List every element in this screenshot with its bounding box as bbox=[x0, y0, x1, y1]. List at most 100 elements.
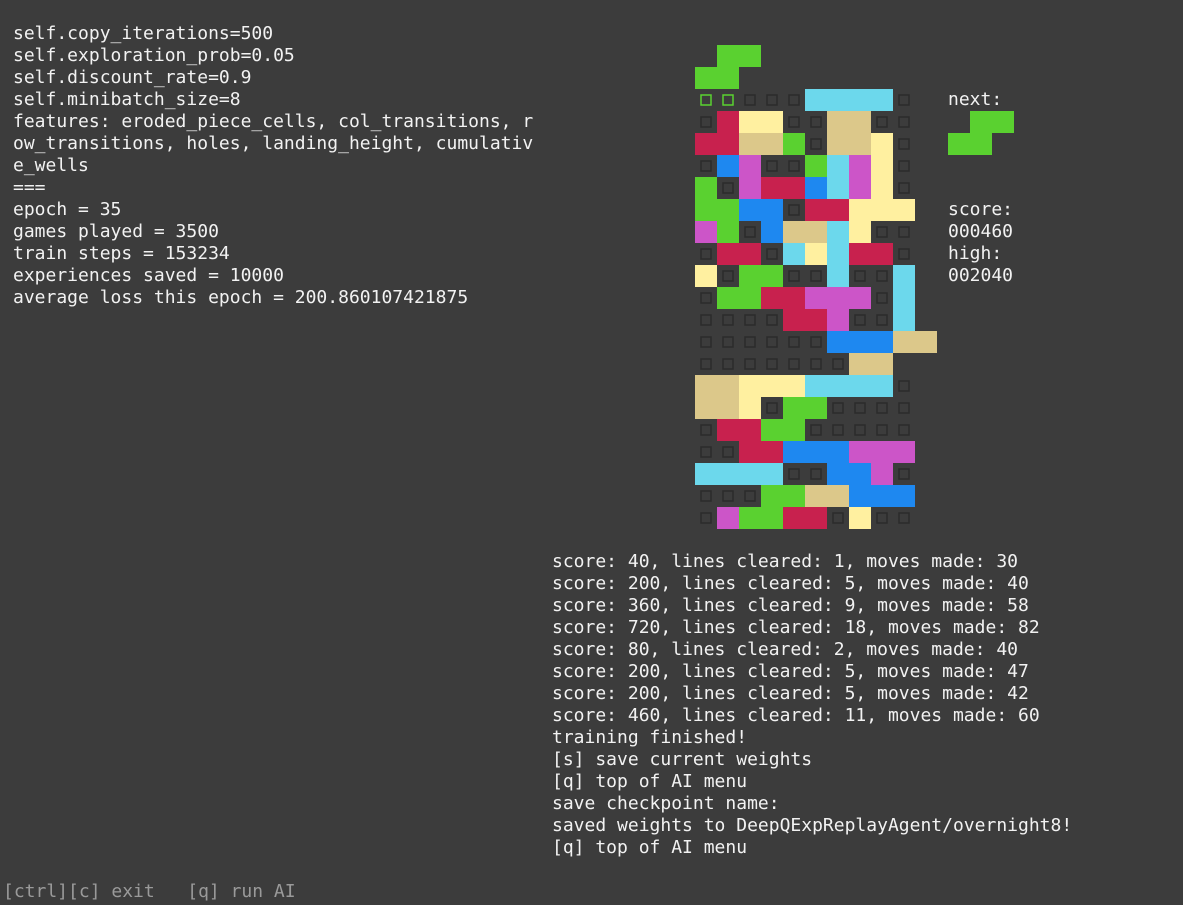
empty-cell bbox=[788, 468, 800, 480]
block-cell bbox=[717, 463, 739, 485]
empty-cell bbox=[700, 248, 712, 260]
block-cell bbox=[783, 133, 805, 155]
empty-cell bbox=[898, 512, 910, 524]
empty-cell bbox=[788, 116, 800, 128]
next-label: next: bbox=[948, 89, 1003, 110]
block-cell bbox=[739, 243, 761, 265]
block-cell bbox=[827, 133, 849, 155]
block-cell bbox=[761, 133, 783, 155]
block-cell bbox=[871, 353, 893, 375]
block-cell bbox=[805, 309, 827, 331]
block-cell bbox=[783, 221, 805, 243]
log-line: [q] top of AI menu bbox=[552, 837, 748, 858]
block-cell bbox=[805, 177, 827, 199]
empty-cell bbox=[810, 336, 822, 348]
block-cell bbox=[739, 397, 761, 419]
block-cell bbox=[761, 419, 783, 441]
empty-cell bbox=[876, 314, 888, 326]
block-cell bbox=[893, 485, 915, 507]
block-cell bbox=[827, 243, 849, 265]
block-cell bbox=[871, 485, 893, 507]
block-cell bbox=[783, 441, 805, 463]
next-piece-cell bbox=[970, 133, 992, 155]
block-cell bbox=[717, 419, 739, 441]
empty-cell bbox=[766, 94, 778, 106]
block-cell bbox=[871, 133, 893, 155]
empty-cell bbox=[722, 182, 734, 194]
block-cell bbox=[717, 287, 739, 309]
block-cell bbox=[849, 287, 871, 309]
block-cell bbox=[805, 441, 827, 463]
empty-cell bbox=[898, 182, 910, 194]
empty-cell bbox=[810, 468, 822, 480]
empty-cell bbox=[722, 358, 734, 370]
empty-cell bbox=[722, 336, 734, 348]
block-cell bbox=[827, 155, 849, 177]
ghost-cell bbox=[700, 94, 712, 106]
block-cell bbox=[761, 287, 783, 309]
block-cell bbox=[739, 199, 761, 221]
block-cell bbox=[849, 177, 871, 199]
block-cell bbox=[761, 485, 783, 507]
active-piece-cell bbox=[739, 45, 761, 67]
block-cell bbox=[827, 375, 849, 397]
empty-cell bbox=[854, 402, 866, 414]
block-cell bbox=[717, 111, 739, 133]
block-cell bbox=[761, 463, 783, 485]
log-line: score: 460, lines cleared: 11, moves mad… bbox=[552, 705, 1040, 726]
empty-cell bbox=[744, 336, 756, 348]
empty-cell bbox=[810, 424, 822, 436]
block-cell bbox=[849, 441, 871, 463]
log-line: [s] save current weights bbox=[552, 749, 813, 770]
block-cell bbox=[893, 199, 915, 221]
active-piece-cell bbox=[717, 45, 739, 67]
empty-cell bbox=[898, 94, 910, 106]
empty-cell bbox=[810, 116, 822, 128]
block-cell bbox=[739, 507, 761, 529]
empty-cell bbox=[700, 314, 712, 326]
block-cell bbox=[893, 309, 915, 331]
block-cell bbox=[849, 221, 871, 243]
ghost-cell bbox=[722, 94, 734, 106]
block-cell bbox=[695, 265, 717, 287]
empty-cell bbox=[788, 94, 800, 106]
empty-cell bbox=[898, 424, 910, 436]
block-cell bbox=[805, 375, 827, 397]
empty-cell bbox=[898, 226, 910, 238]
empty-cell bbox=[700, 336, 712, 348]
empty-cell bbox=[766, 402, 778, 414]
block-cell bbox=[805, 485, 827, 507]
empty-cell bbox=[766, 336, 778, 348]
empty-cell bbox=[854, 314, 866, 326]
block-cell bbox=[695, 397, 717, 419]
log-line: training finished! bbox=[552, 727, 748, 748]
empty-cell bbox=[876, 402, 888, 414]
block-cell bbox=[783, 507, 805, 529]
block-cell bbox=[849, 155, 871, 177]
block-cell bbox=[827, 177, 849, 199]
block-cell bbox=[893, 331, 915, 353]
block-cell bbox=[849, 507, 871, 529]
block-cell bbox=[827, 287, 849, 309]
empty-cell bbox=[722, 270, 734, 282]
empty-cell bbox=[766, 358, 778, 370]
empty-cell bbox=[876, 424, 888, 436]
empty-cell bbox=[788, 160, 800, 172]
block-cell bbox=[827, 221, 849, 243]
empty-cell bbox=[876, 292, 888, 304]
block-cell bbox=[739, 155, 761, 177]
empty-cell bbox=[898, 468, 910, 480]
block-cell bbox=[849, 375, 871, 397]
block-cell bbox=[717, 243, 739, 265]
block-cell bbox=[717, 221, 739, 243]
block-cell bbox=[827, 331, 849, 353]
high-value: 002040 bbox=[948, 265, 1014, 286]
log-line: score: 200, lines cleared: 5, moves made… bbox=[552, 573, 1029, 594]
empty-cell bbox=[810, 138, 822, 150]
next-piece-cell bbox=[948, 133, 970, 155]
empty-cell bbox=[810, 358, 822, 370]
block-cell bbox=[739, 419, 761, 441]
block-cell bbox=[915, 331, 937, 353]
block-cell bbox=[871, 375, 893, 397]
block-cell bbox=[805, 155, 827, 177]
